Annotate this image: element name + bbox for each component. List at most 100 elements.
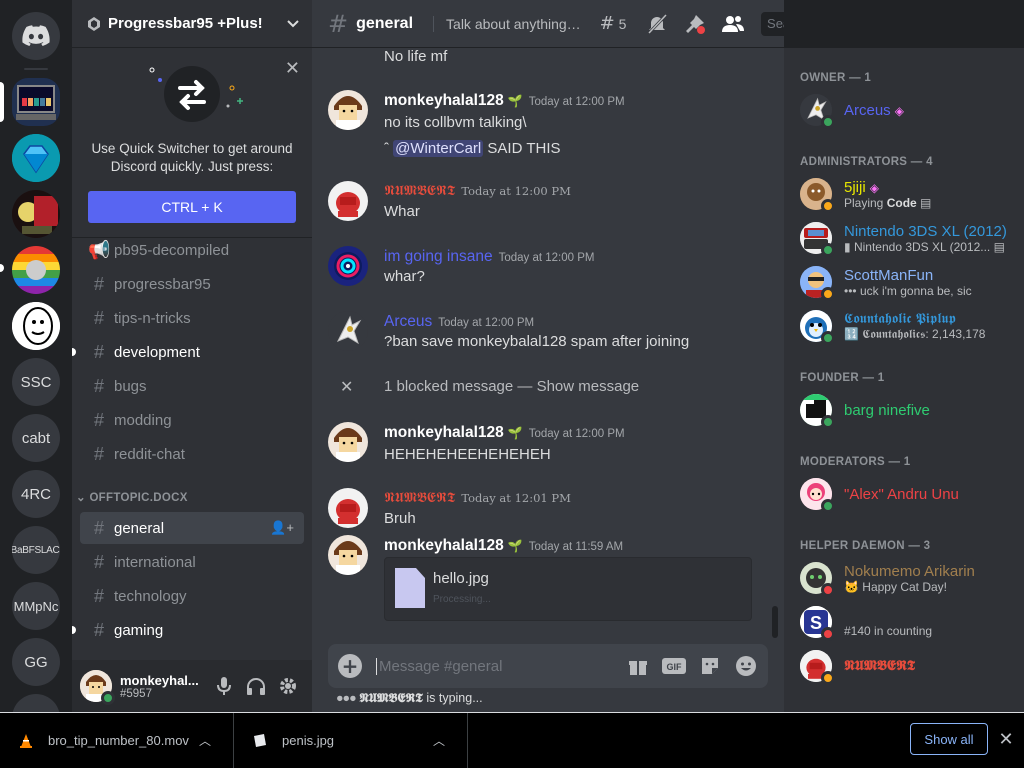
status-dnd-indicator — [821, 583, 835, 597]
chevron-up-icon[interactable]: ︿ — [199, 732, 211, 749]
gift-button[interactable] — [626, 654, 650, 678]
threads-button[interactable]: # 5 — [595, 12, 631, 36]
message-author[interactable]: monkeyhalal128 🌱 Today at 12:00 PM — [384, 424, 625, 442]
message-timestamp: Today at 12:00 PM — [528, 96, 625, 108]
category-offtopic[interactable]: ⌄ OFFTOPIC.DOCX — [76, 490, 188, 504]
message-author[interactable]: monkeyhalal128 🌱 Today at 11:59 AM — [384, 537, 623, 555]
message-author[interactable]: monkeyhalal128 🌱 Today at 12:00 PM — [384, 92, 625, 110]
member-item[interactable]: Nokumemo Arikarin 🐱 Happy Cat Day! — [792, 556, 1016, 600]
search-input[interactable]: Search — [761, 11, 784, 36]
microphone-button[interactable] — [208, 670, 240, 702]
channel-reddit-chat[interactable]: # reddit-chat — [80, 438, 304, 470]
user-avatar[interactable] — [80, 670, 115, 705]
channel-progressbar95[interactable]: # progressbar95 — [80, 268, 304, 300]
author-avatar[interactable] — [328, 488, 368, 528]
server-4rc[interactable]: 4RC — [12, 470, 60, 518]
home-button[interactable] — [12, 12, 60, 60]
message-author[interactable]: 𝕹𝖀𝕸𝕭𝕰𝕽𝕿 Today at 12:01 PM — [384, 490, 571, 506]
pinned-messages-button[interactable] — [683, 12, 707, 36]
show-all-downloads-button[interactable]: Show all — [910, 723, 988, 755]
member-item[interactable]: "Alex" Andru Unu — [792, 472, 1016, 516]
author-avatar[interactable] — [328, 246, 368, 286]
member-item[interactable]: barg ninefive — [792, 388, 1016, 432]
svg-text:S: S — [810, 613, 822, 633]
close-download-bar-icon[interactable]: ✕ — [996, 727, 1016, 751]
gif-button[interactable]: GIF — [662, 654, 686, 678]
status-online-indicator — [821, 331, 835, 345]
channel-international[interactable]: # international — [80, 546, 304, 578]
hash-icon: # — [93, 341, 104, 362]
member-item[interactable]: S #140 in counting — [792, 600, 1016, 644]
member-item[interactable]: Arceus ◈ — [792, 88, 1016, 132]
attachment-filename[interactable]: hello.jpg — [433, 570, 489, 587]
message-input[interactable] — [376, 657, 614, 675]
channel-name: technology — [114, 587, 187, 605]
author-avatar[interactable] — [328, 422, 368, 462]
emoji-button[interactable] — [734, 654, 758, 678]
channel-gaming[interactable]: # gaming — [80, 614, 304, 646]
server-label: BaBFSLACi — [12, 544, 60, 556]
member-name: Nintendo 3DS XL (2012) — [844, 222, 1007, 240]
server-babfslaci[interactable]: BaBFSLACi — [12, 526, 60, 574]
channel-development[interactable]: # development — [80, 336, 304, 368]
author-avatar[interactable] — [328, 90, 368, 130]
server-diamond[interactable] — [12, 134, 60, 182]
member-item[interactable]: 𝕮𝖔𝖚𝖓𝖙𝖆𝖍𝖔𝖑𝖎𝖈 𝕻𝖎𝖕𝖑𝖚𝖕 🔢 𝕮𝖔𝖚𝖓𝖙𝖆𝖍𝖔𝖑𝖎𝖈𝖘: 2,143… — [792, 304, 1016, 348]
sticker-button[interactable] — [698, 654, 722, 678]
message-author[interactable]: im going insane Today at 12:00 PM — [384, 248, 594, 266]
channel-bugs[interactable]: # bugs — [80, 370, 304, 402]
scrollbar-thumb[interactable] — [772, 606, 778, 638]
message-composer: + GIF — [328, 644, 768, 688]
download-item[interactable]: penis.jpg ︿ — [234, 712, 468, 768]
server-red-art[interactable] — [12, 190, 60, 238]
channel-modding[interactable]: # modding — [80, 404, 304, 436]
server-sketch[interactable] — [12, 302, 60, 350]
quick-switcher-shortcut-button[interactable]: CTRL + K — [88, 191, 296, 223]
guild-header[interactable]: Progressbar95 +Plus! — [72, 0, 312, 48]
channel-tips-n-tricks[interactable]: # tips-n-tricks — [80, 302, 304, 334]
status-online-indicator — [821, 243, 835, 257]
create-invite-icon[interactable]: 👤+ — [270, 520, 294, 536]
channel-name: modding — [114, 411, 172, 429]
user-mention[interactable]: @WinterCarl — [393, 140, 484, 157]
server-partial[interactable] — [12, 694, 60, 712]
swirl-avatar-icon — [328, 246, 368, 286]
blocked-icon: ✕ — [340, 377, 354, 396]
headphones-button[interactable] — [240, 670, 272, 702]
server-mmpnc[interactable]: MMpNc — [12, 582, 60, 630]
mute-button[interactable] — [645, 12, 669, 36]
upload-plus-button[interactable]: + — [338, 654, 362, 678]
chevron-up-icon[interactable]: ︿ — [433, 732, 445, 749]
member-activity: Nintendo 3DS XL (2012... — [853, 239, 991, 254]
member-name: Nokumemo Arikarin — [844, 562, 975, 580]
server-progressbar95[interactable] — [12, 78, 60, 126]
message-author[interactable]: Arceus Today at 12:00 PM — [384, 313, 534, 331]
message-author[interactable]: 𝕹𝖀𝕸𝕭𝕰𝕽𝕿 Today at 12:00 PM — [384, 183, 571, 199]
server-gg[interactable]: GG — [12, 638, 60, 686]
member-item[interactable]: 𝕹𝖀𝕸𝕭𝕰𝕽𝕿 — [792, 644, 1016, 688]
server-cabt[interactable]: cabt — [12, 414, 60, 462]
settings-button[interactable] — [272, 670, 304, 702]
author-avatar[interactable] — [328, 535, 368, 575]
channel-technology[interactable]: # technology — [80, 580, 304, 612]
channel-pb95-decompiled[interactable]: 📢 pb95-decompiled — [80, 234, 304, 266]
author-avatar[interactable] — [328, 311, 368, 351]
channel-topic[interactable]: Talk about anything th... — [433, 15, 581, 32]
member-item[interactable]: Nintendo 3DS XL (2012) ▮ Nintendo 3DS XL… — [792, 216, 1016, 260]
member-item[interactable]: ScottManFun ••• uck i'm gonna be, sic — [792, 260, 1016, 304]
server-ssc[interactable]: SSC — [12, 358, 60, 406]
typing-dots-icon: ●●● — [336, 691, 357, 705]
member-list-button[interactable] — [721, 12, 745, 36]
server-rainbow[interactable] — [12, 246, 60, 294]
author-avatar[interactable] — [328, 181, 368, 221]
member-name: 𝕹𝖀𝕸𝕭𝕰𝕽𝕿 — [844, 658, 916, 674]
member-activity: Happy Cat Day! — [862, 579, 947, 594]
blocked-message-text[interactable]: 1 blocked message — Show message — [384, 378, 639, 395]
member-item[interactable]: 5jiji ◈ Playing Code ▤ — [792, 172, 1016, 216]
download-item[interactable]: bro_tip_number_80.mov ︿ — [0, 712, 234, 768]
hash-icon: # — [93, 551, 104, 572]
channel-general[interactable]: # general 👤+ — [80, 512, 304, 544]
mention-prefix: ˆ — [384, 140, 389, 157]
file-attachment[interactable]: hello.jpg Processing... — [384, 557, 752, 621]
close-icon[interactable]: ✕ — [285, 58, 300, 79]
